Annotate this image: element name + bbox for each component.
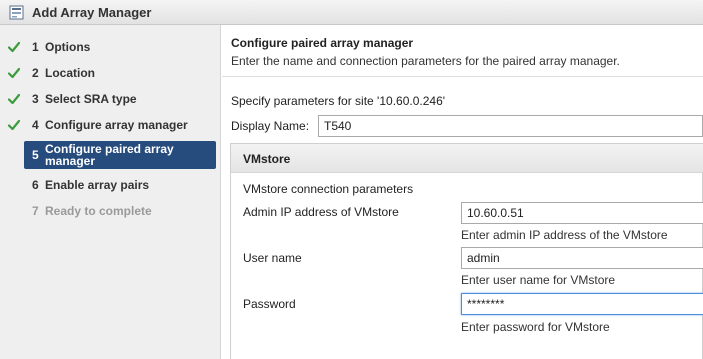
checkmark-icon — [7, 118, 21, 132]
admin-ip-label: Admin IP address of VMstore — [243, 205, 399, 219]
admin-ip-input[interactable] — [461, 202, 703, 224]
step-number: 4 — [32, 118, 39, 132]
step-label: Location — [45, 66, 95, 80]
vmstore-panel: VMstore VMstore connection parameters Ad… — [230, 143, 703, 359]
step-label: Configure array manager — [45, 118, 188, 132]
password-input[interactable] — [461, 293, 703, 315]
page-title: Configure paired array manager — [231, 36, 414, 50]
checkmark-icon — [7, 92, 21, 106]
wizard-steps-sidebar: 1 Options 2 Location 3 Select SRA type 4… — [0, 25, 221, 359]
step-number: 5 — [32, 148, 39, 162]
step-configure-paired-array-manager[interactable]: 5 Configure paired array manager — [24, 141, 216, 169]
step-number: 7 — [32, 204, 39, 218]
username-label: User name — [243, 251, 302, 265]
step-number: 2 — [32, 66, 39, 80]
display-name-label: Display Name: — [231, 119, 310, 133]
step-number: 6 — [32, 178, 39, 192]
checkmark-icon — [7, 40, 21, 54]
step-number: 1 — [32, 40, 39, 54]
username-hint: Enter user name for VMstore — [461, 273, 616, 287]
window-title: Add Array Manager — [32, 4, 152, 20]
wizard-icon — [9, 5, 24, 20]
step-number: 3 — [32, 92, 39, 106]
site-description: Specify parameters for site '10.60.0.246… — [231, 94, 446, 108]
username-input[interactable] — [461, 247, 703, 269]
page-subtitle: Enter the name and connection parameters… — [231, 54, 620, 68]
step-label: Options — [45, 40, 91, 54]
admin-ip-hint: Enter admin IP address of the VMstore — [461, 228, 668, 242]
display-name-input[interactable] — [318, 115, 703, 137]
page-header: Configure paired array manager Enter the… — [222, 25, 703, 77]
main-content: Configure paired array manager Enter the… — [222, 25, 703, 359]
title-bar: Add Array Manager — [0, 0, 703, 25]
password-hint: Enter password for VMstore — [461, 320, 610, 334]
panel-header: VMstore — [231, 144, 703, 173]
panel-title: VMstore — [243, 152, 291, 166]
step-label: Ready to complete — [45, 204, 152, 218]
password-label: Password — [243, 297, 296, 311]
step-label: Select SRA type — [45, 92, 137, 106]
step-label: Configure paired array manager — [45, 142, 174, 168]
step-label: Enable array pairs — [45, 178, 150, 192]
connection-params-label: VMstore connection parameters — [243, 182, 414, 196]
checkmark-icon — [7, 66, 21, 80]
